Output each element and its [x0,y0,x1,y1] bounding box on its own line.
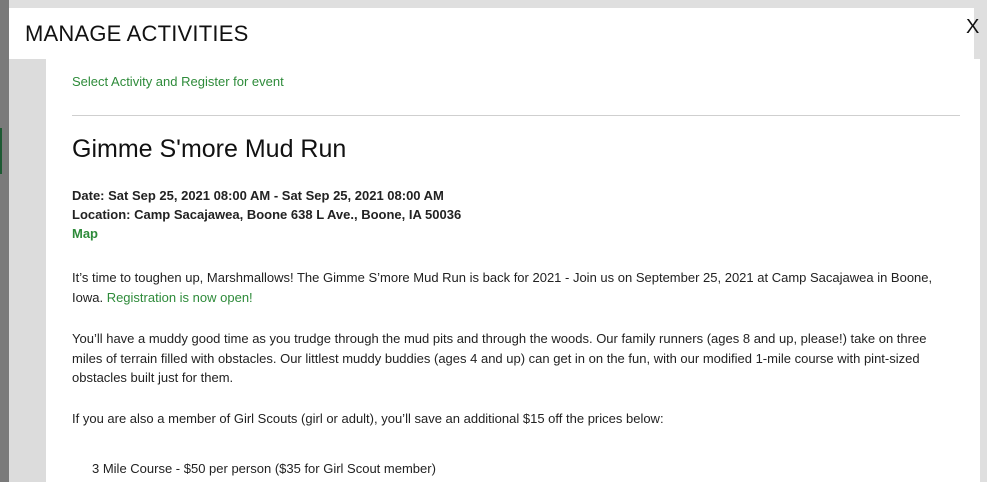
close-button[interactable]: X [966,16,979,39]
modal-title: MANAGE ACTIVITIES [25,21,249,46]
course-price-item: 3 Mile Course - $50 per person ($35 for … [92,461,436,476]
divider [72,115,960,116]
description-paragraph-2: You’ll have a muddy good time as you tru… [72,331,927,385]
modal-header: MANAGE ACTIVITIES [9,8,974,59]
event-date: Date: Sat Sep 25, 2021 08:00 AM - Sat Se… [72,188,444,203]
event-meta: Date: Sat Sep 25, 2021 08:00 AM - Sat Se… [72,186,461,243]
map-link[interactable]: Map [72,224,461,243]
modal-body[interactable]: Select Activity and Register for event G… [46,59,980,490]
event-location: Location: Camp Sacajawea, Boone 638 L Av… [72,207,462,222]
select-activity-link[interactable]: Select Activity and Register for event [72,74,284,89]
registration-open-link[interactable]: Registration is now open! [107,290,253,305]
manage-activities-modal: MANAGE ACTIVITIES Select Activity and Re… [9,8,980,490]
background-accent-bar [0,128,2,174]
background-page-edge [0,0,9,482]
event-title: Gimme S'more Mud Run [72,135,347,163]
description-paragraph-3: If you are also a member of Girl Scouts … [72,411,664,426]
description-paragraph-1: It’s time to toughen up, Marshmallows! T… [72,268,960,307]
